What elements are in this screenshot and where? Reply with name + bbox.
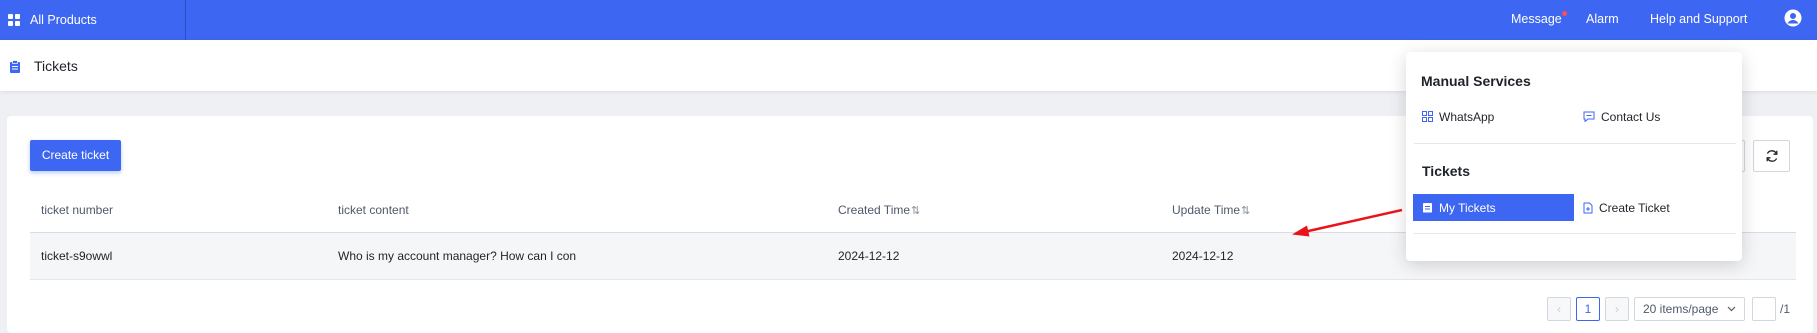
page-size-select[interactable]: 20 items/page: [1634, 297, 1745, 321]
update-time-label: Update Time: [1172, 203, 1241, 217]
help-support-link[interactable]: Help and Support: [1650, 0, 1747, 40]
all-products-menu[interactable]: All Products: [0, 0, 186, 40]
top-navigation-bar: All Products Message Alarm Help and Supp…: [0, 0, 1817, 40]
arrow-annotation: [1292, 208, 1403, 237]
column-header-update-time[interactable]: Update Time⇅: [1172, 203, 1250, 217]
unread-dot: [1561, 11, 1567, 16]
pagination-next-button[interactable]: ›: [1605, 297, 1629, 321]
contact-us-label: Contact Us: [1601, 109, 1661, 124]
message-label: Message: [1511, 12, 1562, 26]
panel-divider: [1414, 233, 1736, 234]
column-header-created-time[interactable]: Created Time⇅: [838, 203, 920, 217]
grid-icon: [8, 14, 20, 26]
grid-icon: [1422, 111, 1433, 122]
refresh-icon: [1766, 150, 1777, 162]
created-time-cell: 2024-12-12: [838, 249, 900, 263]
alarm-link[interactable]: Alarm: [1586, 0, 1619, 40]
my-tickets-menu-item[interactable]: My Tickets: [1413, 194, 1574, 221]
clipboard-icon: [10, 60, 20, 73]
ticket-number-cell[interactable]: ticket-s9owwl: [41, 249, 112, 263]
whatsapp-menu-item[interactable]: WhatsApp: [1413, 103, 1571, 130]
pagination-prev-button[interactable]: ‹: [1547, 297, 1571, 321]
created-time-label: Created Time: [838, 203, 911, 217]
contact-us-menu-item[interactable]: Contact Us: [1574, 103, 1732, 130]
clipboard-icon: [1423, 203, 1432, 213]
all-products-label: All Products: [30, 13, 97, 27]
column-header-ticket-number: ticket number: [41, 203, 114, 217]
page-size-value: 20 items/page: [1643, 302, 1719, 316]
message-link[interactable]: Message: [1511, 0, 1567, 40]
user-icon[interactable]: [1784, 9, 1802, 27]
create-ticket-label: Create Ticket: [1599, 200, 1670, 215]
create-ticket-menu-item[interactable]: Create Ticket: [1574, 194, 1732, 221]
document-icon: [1583, 202, 1593, 213]
pagination-page-1[interactable]: 1: [1576, 297, 1600, 321]
sort-icon[interactable]: ⇅: [911, 205, 920, 217]
create-ticket-button[interactable]: Create ticket: [30, 140, 121, 171]
manual-services-heading: Manual Services: [1421, 73, 1531, 89]
sort-icon[interactable]: ⇅: [1241, 205, 1250, 217]
update-time-cell: 2024-12-12: [1172, 249, 1234, 263]
chat-icon: [1583, 111, 1595, 122]
panel-divider: [1414, 143, 1736, 144]
column-header-ticket-content: ticket content: [338, 203, 409, 217]
whatsapp-label: WhatsApp: [1439, 109, 1495, 124]
my-tickets-label: My Tickets: [1439, 200, 1496, 215]
total-pages: /1: [1780, 302, 1791, 316]
ticket-content-cell: Who is my account manager? How can I con: [338, 249, 577, 263]
page-jump-input[interactable]: [1752, 297, 1776, 321]
chevron-down-icon: [1727, 306, 1736, 312]
page-title: Tickets: [34, 58, 78, 74]
refresh-button[interactable]: [1753, 140, 1790, 172]
tickets-heading: Tickets: [1422, 163, 1470, 179]
